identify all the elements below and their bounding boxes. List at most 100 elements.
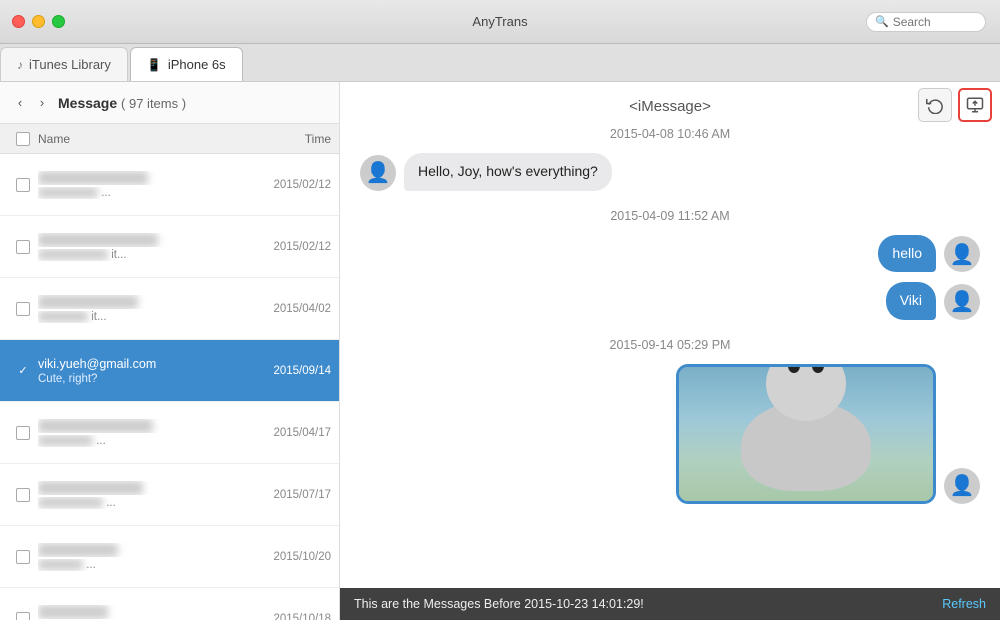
tabs-bar: ♪ iTunes Library 📱 iPhone 6s: [0, 44, 1000, 82]
message-bubble: Viki: [886, 282, 936, 320]
item-name: [38, 605, 240, 619]
tab-iphone[interactable]: 📱 iPhone 6s: [130, 47, 243, 81]
item-checkbox[interactable]: [16, 488, 30, 502]
header-check-col: [8, 132, 38, 146]
tab-iphone-label: iPhone 6s: [168, 57, 226, 72]
item-sub: it...: [38, 249, 240, 261]
item-sub: it...: [38, 311, 240, 323]
list-item[interactable]: ... 2015/10/20: [0, 526, 339, 588]
name-column-header: Name: [38, 132, 241, 146]
item-name: [38, 233, 240, 247]
item-checkbox[interactable]: [16, 240, 30, 254]
bottom-status-text: This are the Messages Before 2015-10-23 …: [354, 597, 644, 611]
time-column-header: Time: [241, 132, 331, 146]
title-bar: AnyTrans 🔍: [0, 0, 1000, 44]
avatar: 👤: [944, 236, 980, 272]
select-all-checkbox[interactable]: [16, 132, 30, 146]
message-bubble: hello: [878, 235, 936, 273]
item-name: [38, 481, 240, 495]
item-checkbox[interactable]: [16, 612, 30, 620]
nav-back-button[interactable]: ‹: [10, 93, 30, 113]
item-sub: ...: [38, 187, 240, 199]
list-item-selected[interactable]: ✓ viki.yueh@gmail.com Cute, right? 2015/…: [0, 340, 339, 402]
list-item[interactable]: ... 2015/02/12: [0, 154, 339, 216]
item-time: 2015/04/02: [246, 303, 331, 315]
list-item[interactable]: it... 2015/04/02: [0, 278, 339, 340]
app-title: AnyTrans: [472, 14, 527, 29]
item-checkbox[interactable]: ✓: [16, 364, 30, 378]
section-title: Message ( 97 items ): [58, 95, 329, 111]
item-content: ...: [38, 171, 240, 199]
item-checkbox[interactable]: [16, 550, 30, 564]
right-panel: <iMessage> 2015-04-08 10:46 AM 👤 Hello, …: [340, 82, 1000, 620]
chat-date: 2015-04-09 11:52 AM: [360, 209, 980, 223]
item-sub: ...: [38, 559, 240, 571]
item-checkbox-col: [8, 426, 38, 440]
item-content: ...: [38, 543, 240, 571]
list-header: Name Time: [0, 124, 339, 154]
item-name: viki.yueh@gmail.com: [38, 357, 240, 371]
contact-label: <iMessage>: [360, 98, 980, 115]
bubble-row-incoming: 👤 Hello, Joy, how's everything?: [360, 153, 980, 191]
list-item[interactable]: it... 2015/02/12: [0, 216, 339, 278]
item-checkbox[interactable]: [16, 178, 30, 192]
item-time: 2015/09/14: [246, 365, 331, 377]
search-bar[interactable]: 🔍: [866, 12, 986, 32]
search-icon: 🔍: [875, 15, 889, 28]
window-controls: [12, 15, 65, 28]
bubble-row-outgoing: Viki 👤: [360, 282, 980, 320]
item-content: it...: [38, 295, 240, 323]
item-checkbox-col: [8, 178, 38, 192]
item-time: 2015/07/17: [246, 489, 331, 501]
chat-date: 2015-09-14 05:29 PM: [360, 338, 980, 352]
item-content: ...: [38, 481, 240, 509]
item-time: 2015/02/12: [246, 241, 331, 253]
chat-area: <iMessage> 2015-04-08 10:46 AM 👤 Hello, …: [340, 82, 1000, 588]
avatar: 👤: [360, 155, 396, 191]
chat-date: 2015-04-08 10:46 AM: [360, 127, 980, 141]
item-content: ...: [38, 605, 240, 620]
tab-itunes-label: iTunes Library: [29, 57, 111, 72]
item-checkbox-col: [8, 612, 38, 620]
item-name: [38, 171, 240, 185]
action-buttons: [910, 82, 1000, 128]
item-checkbox-col: [8, 302, 38, 316]
list-item[interactable]: ... 2015/10/18: [0, 588, 339, 620]
item-sub: ...: [38, 497, 240, 509]
seal-image: [679, 367, 933, 501]
item-content: it...: [38, 233, 240, 261]
list-item[interactable]: ... 2015/04/17: [0, 402, 339, 464]
item-name: [38, 543, 240, 557]
item-checkbox-col: [8, 240, 38, 254]
message-bubble: Hello, Joy, how's everything?: [404, 153, 612, 191]
item-checkbox[interactable]: [16, 302, 30, 316]
avatar: 👤: [944, 468, 980, 504]
item-time: 2015/10/20: [246, 551, 331, 563]
image-bubble: [676, 364, 936, 504]
item-checkbox[interactable]: [16, 426, 30, 440]
sync-button[interactable]: [918, 88, 952, 122]
list-item[interactable]: ... 2015/07/17: [0, 464, 339, 526]
item-checkbox-col: [8, 550, 38, 564]
item-time: 2015/02/12: [246, 179, 331, 191]
export-button[interactable]: [958, 88, 992, 122]
item-content: viki.yueh@gmail.com Cute, right?: [38, 357, 240, 385]
music-icon: ♪: [17, 58, 23, 72]
bubble-row-outgoing: hello 👤: [360, 235, 980, 273]
phone-icon: 📱: [147, 58, 162, 72]
close-button[interactable]: [12, 15, 25, 28]
maximize-button[interactable]: [52, 15, 65, 28]
nav-forward-button[interactable]: ›: [32, 93, 52, 113]
minimize-button[interactable]: [32, 15, 45, 28]
search-input[interactable]: [893, 15, 973, 29]
refresh-button[interactable]: Refresh: [942, 597, 986, 611]
message-list[interactable]: ... 2015/02/12: [0, 154, 339, 620]
item-content: ...: [38, 419, 240, 447]
item-name: [38, 419, 240, 433]
tab-itunes[interactable]: ♪ iTunes Library: [0, 47, 128, 81]
main-content: ‹ › Message ( 97 items ) Name Time: [0, 82, 1000, 620]
item-time: 2015/04/17: [246, 427, 331, 439]
item-checkbox-col: [8, 488, 38, 502]
item-sub: ...: [38, 435, 240, 447]
avatar: 👤: [944, 284, 980, 320]
